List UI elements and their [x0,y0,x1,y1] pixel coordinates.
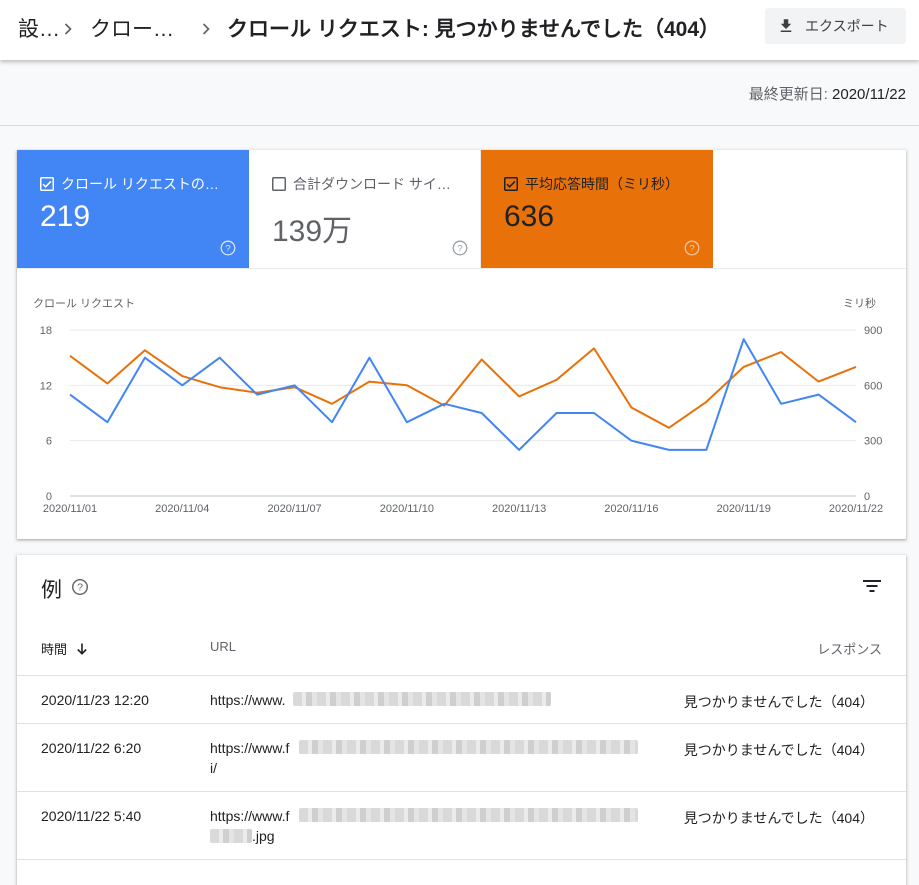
left-axis-label: クロール リクエスト [33,297,135,310]
svg-text:?: ? [225,243,230,254]
x-tick-label: 2020/11/13 [492,503,546,515]
svg-text:?: ? [77,582,83,594]
top-bar: 設… クロー… クロール リクエスト: 見つかりませんでした（404） エクスポ… [0,0,919,60]
left-tick-label: 12 [40,380,52,392]
chart-series [69,338,857,451]
last-updated-label: 最終更新日: [748,86,833,103]
right-tick-label: 300 [864,436,882,448]
divider [17,675,906,676]
row-response: 見つかりませんでした（404） [683,810,874,826]
left-tick-label: 18 [40,325,52,337]
x-tick-label: 2020/11/04 [155,503,209,515]
page-title: クロール リクエスト: 見つかりませんでした（404） [227,18,721,41]
left-tick-label: 0 [46,491,52,503]
crawl-stats-card: クロール リクエストの… 219 ? 合計ダウンロード サイ… 139万 ? 平… [17,150,906,539]
metric-crawl-requests[interactable]: クロール リクエストの… 219 ? [17,150,249,268]
help-icon[interactable]: ? [684,240,700,256]
row-response: 見つかりませんでした（404） [683,742,874,758]
x-tick-label: 2020/11/10 [380,503,434,515]
checkbox-unchecked-icon [272,177,286,191]
line-chart: クロール リクエスト ミリ秒 0 6 12 18 0 300 600 900 2020/11… [33,296,883,515]
divider [17,268,906,269]
row-time: 2020/11/22 5:40 [41,808,142,824]
metric-total-download-size[interactable]: 合計ダウンロード サイ… 139万 ? [249,150,481,268]
divider [0,125,919,126]
row-response: 見つかりませんでした（404） [683,694,874,710]
help-icon[interactable]: ? [71,578,89,596]
export-label: エクスポート [805,18,889,34]
left-axis-ticks: 0 6 12 18 [40,325,52,503]
metric-title: 合計ダウンロード サイ… [293,176,451,192]
redacted-url [299,740,638,754]
filter-icon[interactable] [862,576,882,596]
divider [17,791,906,792]
crawl-requests-line [69,338,857,451]
metric-average-response-time[interactable]: 平均応答時間（ミリ秒） 636 ? [481,150,713,268]
x-axis-ticks: 2020/11/01 2020/11/04 2020/11/07 2020/11/10… [43,503,883,515]
metric-value: 219 [40,200,91,233]
breadcrumb-crawl-stats[interactable]: クロー… [90,13,174,43]
right-axis-label: ミリ秒 [843,296,876,310]
left-tick-label: 6 [46,436,52,448]
row-url[interactable]: https://www. [210,692,285,708]
redacted-url [210,829,252,843]
checkbox-checked-icon [40,177,54,191]
last-updated: 最終更新日: 2020/11/22 [749,83,906,104]
checkbox-checked-icon [504,177,518,191]
row-url[interactable]: https://www.f [210,740,289,756]
x-tick-label: 2020/11/01 [43,503,97,515]
help-icon[interactable]: ? [220,240,236,256]
right-axis-ticks: 0 300 600 900 [864,325,882,503]
examples-card: 例 ? 時間 URL レスポンス 2020/11/23 12:20 https:… [17,555,906,885]
last-updated-value: 2020/11/22 [832,86,906,103]
examples-title: 例 [41,579,62,602]
right-tick-label: 900 [864,325,882,337]
redacted-url [293,692,551,706]
download-icon [780,19,792,32]
x-tick-label: 2020/11/07 [267,503,321,515]
row-url-continued: .jpg [252,828,275,844]
chevron-right-icon [64,23,72,35]
metric-value: 139万 [272,215,353,248]
svg-text:?: ? [457,243,462,254]
column-header-url: URL [210,639,237,654]
arrow-down-icon [77,643,87,655]
divider [17,723,906,724]
column-header-time[interactable]: 時間 [41,639,89,658]
breadcrumb-settings[interactable]: 設… [18,13,60,43]
x-tick-label: 2020/11/16 [604,503,658,515]
response-time-line [69,347,857,429]
row-url[interactable]: https://www.f [210,808,289,824]
row-time: 2020/11/23 12:20 [41,692,149,708]
help-icon[interactable]: ? [452,240,468,256]
metric-value: 636 [504,200,555,233]
redacted-url [299,808,638,822]
x-tick-label: 2020/11/22 [829,503,883,515]
row-time: 2020/11/22 6:20 [41,740,142,756]
x-tick-label: 2020/11/19 [717,503,771,515]
divider [17,859,906,860]
right-tick-label: 600 [864,380,882,392]
right-tick-label: 0 [864,491,870,503]
svg-text:?: ? [689,243,694,254]
row-url-continued: i/ [210,760,217,776]
metric-title: 平均応答時間（ミリ秒） [525,176,679,192]
export-button[interactable]: エクスポート [765,8,906,44]
chevron-right-icon [202,23,210,35]
metric-title: クロール リクエストの… [61,176,219,192]
column-header-response: レスポンス [817,642,882,657]
